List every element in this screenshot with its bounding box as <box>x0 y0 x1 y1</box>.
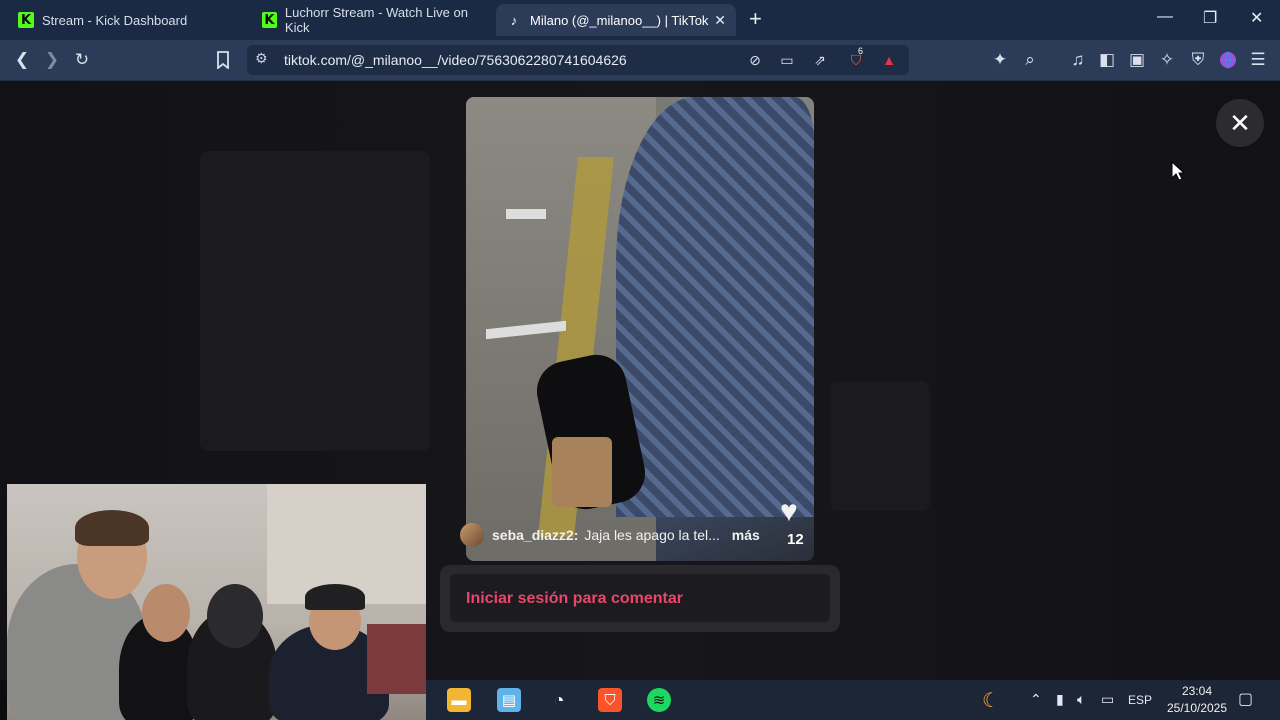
close-icon: ✕ <box>1229 107 1251 138</box>
like-count: 12 <box>787 531 804 548</box>
tiktok-icon: ♪ <box>510 12 518 28</box>
browser-toolbar: ❮ ❯ ↻ ⚙ tiktok.com/@_milanoo__/video/756… <box>0 40 1280 81</box>
bookmark-icon[interactable] <box>211 48 235 72</box>
more-link[interactable]: más <box>732 527 760 543</box>
brave-browser-icon[interactable]: ⛉ <box>598 688 622 712</box>
volume-icon[interactable]: 🔈︎ <box>1077 691 1085 708</box>
mouse-cursor-icon <box>1171 160 1186 186</box>
reload-icon[interactable]: ↻ <box>70 48 94 72</box>
avatar <box>460 523 484 547</box>
tab-kick-dashboard[interactable]: K Stream - Kick Dashboard <box>8 4 248 36</box>
video-scene <box>552 437 612 507</box>
tab-title: Milano (@_milanoo__) | TikTok <box>530 12 709 28</box>
profile-icon[interactable] <box>1216 48 1240 72</box>
file-explorer-icon[interactable]: ▬ <box>447 688 471 712</box>
spotify-icon[interactable]: ≋ <box>647 688 671 712</box>
login-to-comment-label: Iniciar sesión para comentar <box>466 590 683 607</box>
weather-moon-icon[interactable]: ☾ <box>982 688 1000 713</box>
obs-icon[interactable]: ◔ <box>547 688 571 712</box>
background-thumbnail <box>830 381 930 511</box>
cast-icon[interactable]: ▭ <box>775 48 799 72</box>
vpn-icon[interactable]: ⛨ <box>1186 48 1210 72</box>
tab-title: Luchorr Stream - Watch Live on Kick <box>284 5 468 35</box>
person-hood <box>207 584 263 648</box>
show-hidden-icons-icon[interactable]: ⌃ <box>1030 691 1042 708</box>
like-heart-icon[interactable]: ♥ <box>780 495 798 529</box>
menu-icon[interactable]: ☰ <box>1246 48 1270 72</box>
kick-icon: K <box>18 12 34 28</box>
person-hair <box>75 510 149 546</box>
url-text: tiktok.com/@_milanoo__/video/75630622807… <box>284 52 627 68</box>
webcam-overlay <box>7 484 426 720</box>
tab-title: Stream - Kick Dashboard <box>42 12 188 28</box>
notepad-icon[interactable]: ▤ <box>497 688 521 712</box>
person-head <box>142 584 190 642</box>
tab-strip: K Stream - Kick Dashboard K Luchorr Stre… <box>0 0 1280 40</box>
search-tab-icon[interactable]: ⌕ <box>1018 48 1042 72</box>
reader-mode-icon[interactable]: ⊘ <box>743 48 767 72</box>
close-tab-icon[interactable]: ✕ <box>714 12 726 29</box>
share-icon[interactable]: ⇗ <box>808 48 832 72</box>
clock-date: 25/10/2025 <box>1166 701 1228 715</box>
login-to-comment-button[interactable]: Iniciar sesión para comentar <box>450 574 830 622</box>
extensions-icon[interactable]: ✦ <box>988 48 1012 72</box>
leo-ai-icon[interactable]: ✧ <box>1155 48 1179 72</box>
close-window-button[interactable]: ✕ <box>1250 8 1263 28</box>
comment-username: seba_diazz2: <box>492 527 579 543</box>
brave-badge: 6 <box>858 46 864 56</box>
forward-icon[interactable]: ❯ <box>40 48 64 72</box>
wallet-icon[interactable]: ▣ <box>1125 48 1149 72</box>
restore-button[interactable]: ❐ <box>1203 8 1217 28</box>
comment-text: Jaja les apago la tel... <box>584 527 720 543</box>
brave-shields-icon[interactable]: ⛉ <box>844 48 868 72</box>
system-clock[interactable]: 23:04 25/10/2025 <box>1162 683 1232 717</box>
background-video-thumbnail <box>200 151 430 451</box>
new-tab-button[interactable]: + <box>749 8 762 30</box>
brave-rewards-icon[interactable]: ▲ <box>877 48 901 72</box>
language-indicator[interactable]: ESP <box>1128 693 1152 707</box>
video-scene <box>616 97 814 517</box>
kick-icon: K <box>262 12 277 28</box>
webcam-jacket <box>367 624 426 694</box>
clock-time: 23:04 <box>1181 684 1213 698</box>
sidebar-icon[interactable]: ◧ <box>1095 48 1119 72</box>
video-player[interactable]: ♥ 12 <box>466 97 814 561</box>
taskbar: ▬ ▤ ◔ ⛉ ≋ ☾ ⌃ ▮ 🔈︎ ▭ ESP 23:04 25/10/202… <box>426 680 1280 720</box>
minimize-button[interactable]: — <box>1157 8 1173 26</box>
notifications-icon[interactable]: ▢ <box>1238 689 1253 709</box>
back-icon[interactable]: ❮ <box>10 48 34 72</box>
comment-preview[interactable]: seba_diazz2: Jaja les apago la tel... má… <box>460 523 760 547</box>
close-modal-button[interactable]: ✕ <box>1216 99 1264 147</box>
media-icon[interactable]: ♫ <box>1066 48 1090 72</box>
tab-tiktok-milano[interactable]: ♪ Milano (@_milanoo__) | TikTok ✕ <box>496 4 736 36</box>
person-cap <box>305 584 365 610</box>
comment-login-card: Iniciar sesión para comentar <box>440 565 840 632</box>
site-info-icon[interactable]: ⚙ <box>255 50 268 67</box>
address-bar[interactable]: ⚙ tiktok.com/@_milanoo__/video/756306228… <box>247 45 909 75</box>
tab-luchorr-stream[interactable]: K Luchorr Stream - Watch Live on Kick <box>252 4 492 36</box>
video-scene <box>506 209 546 219</box>
network-icon[interactable]: ▭ <box>1101 691 1114 708</box>
microphone-icon[interactable]: ▮ <box>1056 691 1064 708</box>
